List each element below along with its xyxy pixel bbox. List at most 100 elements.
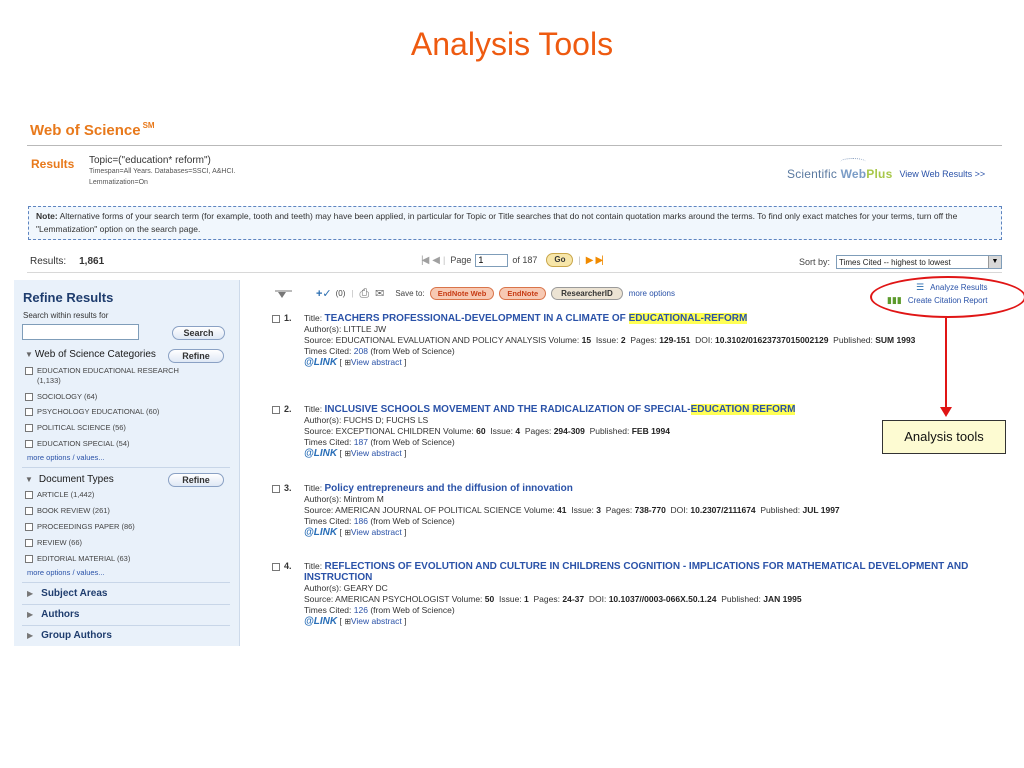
times-cited-link[interactable]: 126	[354, 605, 368, 615]
record-title-link[interactable]: INCLUSIVE SCHOOLS MOVEMENT AND THE RADIC…	[324, 404, 796, 415]
checkbox[interactable]	[25, 393, 33, 401]
sort-select[interactable]: Times Cited -- highest to lowest ▼	[836, 255, 1003, 269]
checkbox[interactable]	[25, 424, 33, 432]
times-cited-link[interactable]: 208	[354, 346, 368, 356]
times-cited-label: Times Cited:	[304, 346, 352, 356]
search-within-input[interactable]	[22, 324, 139, 340]
checkbox[interactable]	[272, 485, 280, 493]
checkbox[interactable]	[25, 555, 33, 563]
page-number-input[interactable]	[475, 253, 509, 267]
elink-icon[interactable]: @LINK	[304, 616, 337, 627]
refine-title: Refine Results	[23, 290, 114, 305]
category-item[interactable]: POLITICAL SCIENCE (56)	[25, 423, 225, 433]
checkbox[interactable]	[25, 523, 33, 531]
doctype-item[interactable]: REVIEW (66)	[25, 538, 225, 548]
record-number: 3.	[272, 483, 292, 494]
record-title-link[interactable]: REFLECTIONS OF EVOLUTION AND CULTURE IN …	[304, 561, 968, 583]
query-summary: Topic=("education* reform") Timespan=All…	[89, 155, 235, 188]
annotation-arrow-line	[945, 318, 947, 411]
document-types-heading[interactable]: ▼ Document Types	[25, 474, 114, 485]
sort-value: Times Cited -- highest to lowest	[839, 257, 951, 267]
record-title: Title: TEACHERS PROFESSIONAL-DEVELOPMENT…	[304, 313, 1002, 324]
category-count: (1,133)	[37, 376, 61, 385]
elink-icon[interactable]: @LINK	[304, 527, 337, 538]
print-icon[interactable]: ⎙	[360, 286, 370, 301]
expand-icon[interactable]: ⊞	[344, 528, 351, 537]
checkbox[interactable]	[25, 539, 33, 547]
checkbox[interactable]	[272, 315, 280, 323]
expand-icon[interactable]: ⊞	[344, 449, 351, 458]
category-item[interactable]: EDUCATION SPECIAL (54)	[25, 439, 225, 449]
times-cited-link[interactable]: 187	[354, 437, 368, 447]
volume-value: 41	[557, 505, 567, 515]
title-text: TEACHERS PROFESSIONAL-DEVELOPMENT IN A C…	[324, 313, 629, 324]
volume-value: 60	[476, 426, 486, 436]
first-page-icon[interactable]: |◀	[421, 255, 429, 266]
checkbox[interactable]	[272, 406, 280, 414]
webplus-area: Scientific WebPlus View Web Results >>	[787, 158, 985, 184]
pager-separator: |	[578, 255, 581, 265]
times-cited-link[interactable]: 186	[354, 516, 368, 526]
add-to-marked-list-icon[interactable]: +✓	[316, 287, 332, 300]
researcherid-button[interactable]: ResearcherID	[551, 286, 623, 300]
view-abstract-link[interactable]: View abstract	[351, 448, 402, 458]
title-label: Title:	[304, 404, 323, 414]
authors-section[interactable]: ▶ Authors	[27, 609, 80, 620]
checkbox[interactable]	[25, 491, 33, 499]
volume-value: 15	[581, 335, 592, 345]
endnote-button[interactable]: EndNote	[499, 286, 547, 300]
view-abstract-link[interactable]: View abstract	[351, 616, 402, 626]
doctype-item[interactable]: EDITORIAL MATERIAL (63)	[25, 554, 225, 564]
view-abstract-link[interactable]: View abstract	[351, 357, 402, 367]
more-options-link[interactable]: more options	[629, 289, 675, 298]
doctype-item[interactable]: BOOK REVIEW (261)	[25, 506, 225, 516]
refine-document-types-button[interactable]: Refine	[168, 473, 224, 487]
elink-icon[interactable]: @LINK	[304, 357, 337, 368]
sidebar-divider	[22, 625, 230, 626]
category-item[interactable]: EDUCATION EDUCATIONAL RESEARCH (1,133)	[25, 366, 225, 386]
wos-categories-heading[interactable]: ▼ Web of Science Categories	[25, 349, 156, 360]
title-label: Title:	[304, 483, 323, 493]
results-heading: Results	[31, 157, 75, 171]
times-cited-suffix: (from Web of Science)	[367, 346, 455, 356]
search-button[interactable]: Search	[172, 326, 225, 340]
go-button[interactable]: Go	[546, 253, 574, 267]
doctype-label: REVIEW (66)	[37, 538, 83, 547]
subject-areas-section[interactable]: ▶ Subject Areas	[27, 588, 107, 599]
published-label: Published:	[833, 335, 873, 345]
triangle-down-icon: ▼	[25, 475, 33, 484]
group-authors-section[interactable]: ▶ Group Authors	[27, 630, 112, 641]
prev-page-icon[interactable]: ◀	[432, 255, 440, 266]
checkbox[interactable]	[25, 367, 33, 375]
checkbox[interactable]	[25, 440, 33, 448]
expand-icon[interactable]: ⊞	[344, 358, 351, 367]
record-number: 1.	[272, 313, 292, 324]
view-abstract-link[interactable]: View abstract	[351, 527, 402, 537]
more-categories-link[interactable]: more options / values...	[27, 453, 105, 462]
email-icon[interactable]: ✉	[375, 287, 384, 300]
published-label: Published:	[721, 594, 761, 604]
record-authors: Author(s): GEARY DC	[304, 583, 388, 593]
published-label: Published:	[589, 426, 630, 436]
checkbox[interactable]	[25, 408, 33, 416]
endnote-web-button[interactable]: EndNote Web	[429, 286, 495, 300]
last-page-icon[interactable]: ▶|	[595, 255, 603, 266]
record-title-link[interactable]: TEACHERS PROFESSIONAL-DEVELOPMENT IN A C…	[324, 313, 748, 324]
doctype-item[interactable]: ARTICLE (1,442)	[25, 490, 225, 500]
record-title-link[interactable]: Policy entrepreneurs and the diffusion o…	[324, 483, 572, 494]
view-web-results-link[interactable]: View Web Results >>	[899, 169, 985, 179]
pages-value: 738-770	[634, 505, 666, 515]
select-page-arrow-icon[interactable]	[272, 285, 294, 301]
category-item[interactable]: SOCIOLOGY (64)	[25, 392, 225, 402]
doctype-item[interactable]: PROCEEDINGS PAPER (86)	[25, 522, 225, 532]
dropdown-arrow-icon[interactable]: ▼	[988, 256, 1002, 268]
refine-categories-button[interactable]: Refine	[168, 349, 224, 363]
more-doctypes-link[interactable]: more options / values...	[27, 568, 105, 577]
checkbox[interactable]	[25, 507, 33, 515]
elink-icon[interactable]: @LINK	[304, 448, 337, 459]
category-item[interactable]: PSYCHOLOGY EDUCATIONAL (60)	[25, 407, 225, 417]
expand-icon[interactable]: ⊞	[344, 617, 351, 626]
next-page-icon[interactable]: ▶	[586, 255, 594, 266]
checkbox[interactable]	[272, 563, 280, 571]
save-to-label: Save to:	[395, 288, 425, 298]
